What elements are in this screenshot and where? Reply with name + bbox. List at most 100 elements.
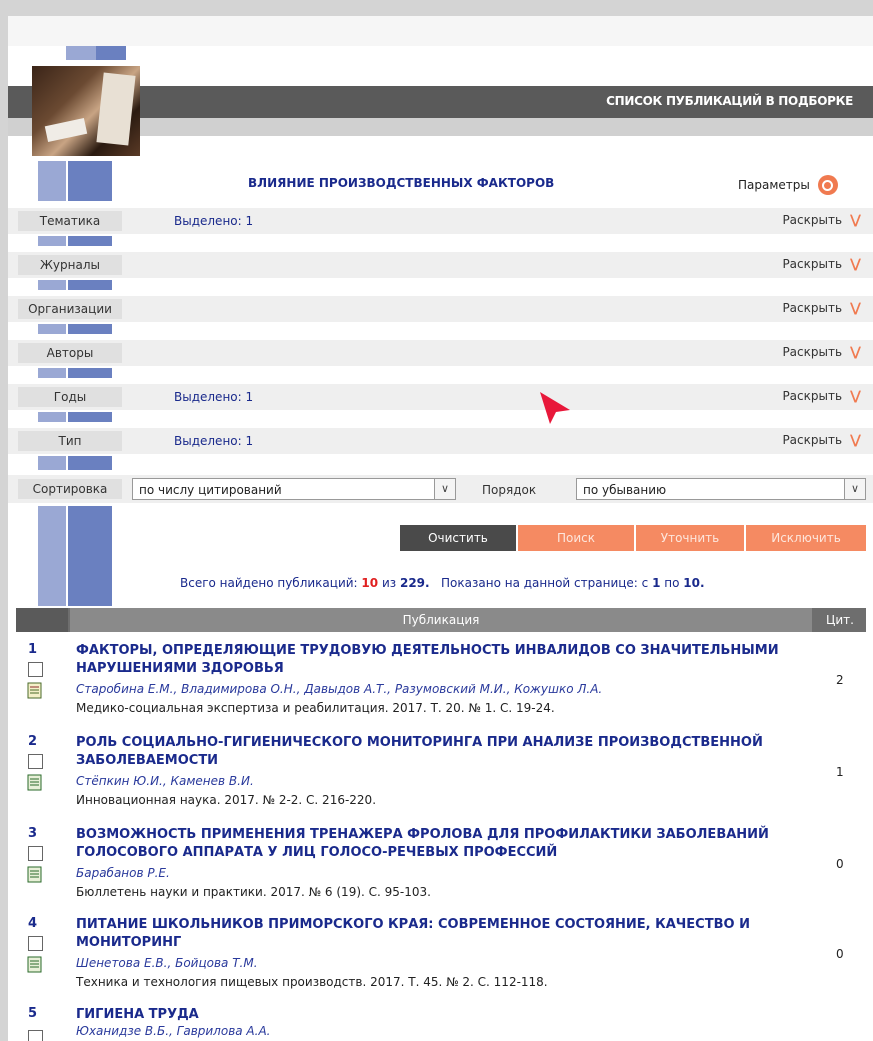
summary-found-count: 10 bbox=[361, 576, 379, 590]
query-title[interactable]: ВЛИЯНИЕ ПРОИЗВОДСТВЕННЫХ ФАКТОРОВ bbox=[248, 176, 554, 190]
publication-authors[interactable]: Шенетова Е.В., Бойцова Т.М. bbox=[76, 956, 258, 970]
facet-row-journals: Журналы Раскрыть ⋁ bbox=[8, 252, 873, 278]
decor-strip bbox=[38, 368, 66, 378]
publication-title-link[interactable]: ВОЗМОЖНОСТЬ ПРИМЕНЕНИЯ ТРЕНАЖЕРА ФРОЛОВА… bbox=[76, 826, 816, 862]
row-checkbox[interactable] bbox=[28, 662, 43, 677]
publication-source[interactable]: Бюллетень науки и практики. 2017. № 6 (1… bbox=[76, 885, 431, 899]
cursor-arrow-icon bbox=[540, 392, 570, 424]
double-chevron-down-icon[interactable]: ⋁ bbox=[850, 390, 861, 403]
table-row: 5 ГИГИЕНА ТРУДА Юханидзе В.Б., Гаврилова… bbox=[16, 1006, 866, 1041]
decor-strip bbox=[68, 456, 112, 470]
publication-authors[interactable]: Барабанов Р.Е. bbox=[76, 866, 170, 880]
facet-label: Журналы bbox=[18, 255, 122, 275]
decor-strip bbox=[68, 324, 112, 334]
publication-title-link[interactable]: РОЛЬ СОЦИАЛЬНО-ГИГИЕНИЧЕСКОГО МОНИТОРИНГ… bbox=[76, 734, 816, 770]
summary-text: Всего найдено публикаций: bbox=[180, 576, 358, 590]
params-link[interactable]: Параметры bbox=[738, 175, 838, 195]
summary-text: из bbox=[381, 576, 397, 590]
expand-label: Раскрыть bbox=[782, 433, 843, 447]
publication-source[interactable]: Инновационная наука. 2017. № 2-2. С. 216… bbox=[76, 793, 376, 807]
row-checkbox[interactable] bbox=[28, 1030, 43, 1041]
double-chevron-down-icon[interactable]: ⋁ bbox=[850, 258, 861, 271]
expand-label: Раскрыть bbox=[782, 389, 843, 403]
expand-label: Раскрыть bbox=[782, 301, 843, 315]
decor-strip bbox=[66, 46, 96, 60]
table-row: 2 РОЛЬ СОЦИАЛЬНО-ГИГИЕНИЧЕСКОГО МОНИТОРИ… bbox=[16, 734, 866, 818]
table-row: 4 ПИТАНИЕ ШКОЛЬНИКОВ ПРИМОРСКОГО КРАЯ: С… bbox=[16, 916, 866, 1000]
document-icon[interactable] bbox=[27, 774, 42, 791]
row-number: 5 bbox=[28, 1006, 38, 1021]
top-strip bbox=[8, 16, 873, 46]
citation-count: 1 bbox=[836, 765, 844, 779]
facet-expand-link[interactable]: Раскрыть ⋁ bbox=[782, 213, 861, 227]
expand-label: Раскрыть bbox=[782, 257, 843, 271]
facet-label: Тип bbox=[18, 431, 122, 451]
summary-text: по bbox=[664, 576, 680, 590]
table-header-num bbox=[16, 608, 68, 632]
publication-authors[interactable]: Старобина Е.М., Владимирова О.Н., Давыдо… bbox=[76, 682, 602, 696]
citation-count: 2 bbox=[836, 673, 844, 687]
decor-strip bbox=[38, 236, 66, 246]
facet-expand-link[interactable]: Раскрыть ⋁ bbox=[782, 433, 861, 447]
decor-strip bbox=[68, 506, 112, 606]
document-icon[interactable] bbox=[27, 866, 42, 883]
settings-icon[interactable] bbox=[817, 175, 838, 195]
decor-strip bbox=[38, 506, 66, 606]
decor-strip bbox=[68, 368, 112, 378]
decor-strip bbox=[68, 236, 112, 246]
header-photo bbox=[32, 66, 140, 156]
expand-label: Раскрыть bbox=[782, 213, 843, 227]
summary-text: Показано на данной странице: с bbox=[441, 576, 649, 590]
document-icon[interactable] bbox=[27, 956, 42, 973]
publication-source[interactable]: Медико-социальная экспертиза и реабилита… bbox=[76, 701, 555, 715]
params-label: Параметры bbox=[738, 178, 810, 192]
results-summary: Всего найдено публикаций: 10 из 229. Пок… bbox=[180, 576, 705, 590]
page-title: СПИСОК ПУБЛИКАЦИЙ В ПОДБОРКЕ bbox=[606, 94, 853, 108]
publication-title-link[interactable]: ПИТАНИЕ ШКОЛЬНИКОВ ПРИМОРСКОГО КРАЯ: СОВ… bbox=[76, 916, 816, 952]
double-chevron-down-icon[interactable]: ⋁ bbox=[850, 214, 861, 227]
facet-selected: Выделено: 1 bbox=[174, 434, 254, 448]
row-number: 3 bbox=[28, 826, 38, 841]
sort-select-value: по числу цитирований bbox=[139, 483, 282, 497]
facet-selected: Выделено: 1 bbox=[174, 214, 254, 228]
refine-button[interactable]: Уточнить bbox=[636, 525, 744, 551]
decor-strip bbox=[38, 456, 66, 470]
facet-expand-link[interactable]: Раскрыть ⋁ bbox=[782, 257, 861, 271]
facet-label: Тематика bbox=[18, 211, 122, 231]
row-checkbox[interactable] bbox=[28, 846, 43, 861]
search-button[interactable]: Поиск bbox=[518, 525, 634, 551]
order-label: Порядок bbox=[482, 483, 537, 497]
double-chevron-down-icon[interactable]: ⋁ bbox=[850, 434, 861, 447]
facet-label: Годы bbox=[18, 387, 122, 407]
facet-row-topics: Тематика Выделено: 1 Раскрыть ⋁ bbox=[8, 208, 873, 234]
summary-from: 1 bbox=[652, 576, 661, 590]
citation-count: 0 bbox=[836, 947, 844, 961]
summary-to: 10. bbox=[683, 576, 705, 590]
chevron-down-icon[interactable]: ∨ bbox=[844, 479, 865, 499]
table-header-citations[interactable]: Цит. bbox=[814, 608, 866, 632]
decor-strip bbox=[68, 280, 112, 290]
table-header-publication[interactable]: Публикация bbox=[70, 608, 812, 632]
order-select[interactable]: по убыванию ∨ bbox=[576, 478, 866, 500]
double-chevron-down-icon[interactable]: ⋁ bbox=[850, 346, 861, 359]
document-icon[interactable] bbox=[27, 682, 42, 699]
publication-title-link[interactable]: ФАКТОРЫ, ОПРЕДЕЛЯЮЩИЕ ТРУДОВУЮ ДЕЯТЕЛЬНО… bbox=[76, 642, 816, 678]
row-checkbox[interactable] bbox=[28, 754, 43, 769]
row-checkbox[interactable] bbox=[28, 936, 43, 951]
decor-strip bbox=[38, 161, 66, 201]
chevron-down-icon[interactable]: ∨ bbox=[434, 479, 455, 499]
expand-label: Раскрыть bbox=[782, 345, 843, 359]
facet-expand-link[interactable]: Раскрыть ⋁ bbox=[782, 389, 861, 403]
publication-authors[interactable]: Юханидзе В.Б., Гаврилова А.А. bbox=[76, 1024, 270, 1038]
clear-button[interactable]: Очистить bbox=[400, 525, 516, 551]
double-chevron-down-icon[interactable]: ⋁ bbox=[850, 302, 861, 315]
sort-row: Сортировка по числу цитирований ∨ Порядо… bbox=[8, 475, 873, 503]
publication-authors[interactable]: Стёпкин Ю.И., Каменев В.И. bbox=[76, 774, 254, 788]
facet-expand-link[interactable]: Раскрыть ⋁ bbox=[782, 345, 861, 359]
publication-title-link[interactable]: ГИГИЕНА ТРУДА bbox=[76, 1006, 816, 1024]
facet-expand-link[interactable]: Раскрыть ⋁ bbox=[782, 301, 861, 315]
sort-select[interactable]: по числу цитирований ∨ bbox=[132, 478, 456, 500]
exclude-button[interactable]: Исключить bbox=[746, 525, 866, 551]
table-row: 1 ФАКТОРЫ, ОПРЕДЕЛЯЮЩИЕ ТРУДОВУЮ ДЕЯТЕЛЬ… bbox=[16, 642, 866, 726]
publication-source[interactable]: Техника и технология пищевых производств… bbox=[76, 975, 548, 989]
